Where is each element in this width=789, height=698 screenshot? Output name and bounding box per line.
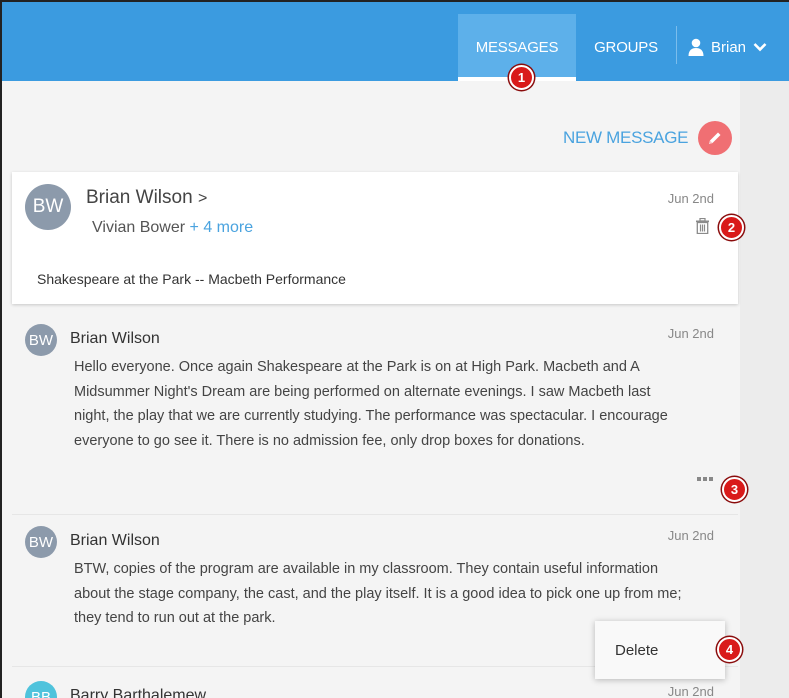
thread-recipients: Vivian Bower + 4 more	[92, 219, 253, 237]
message-date: Jun 2nd	[667, 528, 714, 543]
thread-from-name: Brian Wilson	[86, 187, 193, 208]
thread-from: Brian Wilson >	[86, 187, 207, 209]
callout-badge-1: 1	[509, 65, 534, 90]
callout-badge-3: 3	[722, 477, 747, 502]
nav-divider	[676, 26, 677, 64]
avatar: BW	[25, 324, 57, 356]
chevron-down-icon	[753, 43, 767, 52]
delete-thread-button[interactable]	[695, 217, 710, 239]
avatar: BW	[25, 526, 57, 558]
callout-badge-4: 4	[717, 637, 742, 662]
thread-subject: Shakespeare at the Park -- Macbeth Perfo…	[37, 271, 346, 287]
message-body: Hello everyone. Once again Shakespeare a…	[74, 359, 668, 449]
app-frame: MESSAGES GROUPS Brian 1 NEW MESSAGE BW B…	[0, 0, 789, 698]
dot	[703, 477, 707, 481]
new-message-label: NEW MESSAGE	[563, 128, 689, 147]
pencil-icon	[709, 132, 721, 144]
user-name: Brian	[711, 38, 747, 56]
tab-groups-label: GROUPS	[594, 38, 658, 56]
dot	[709, 477, 713, 481]
message-date: Jun 2nd	[667, 684, 714, 698]
message-options-button[interactable]	[697, 475, 715, 483]
more-recipients-link[interactable]: + 4 more	[190, 219, 254, 236]
message-sender: Brian Wilson	[70, 532, 160, 549]
avatar: BB	[25, 681, 57, 698]
top-nav-bar: MESSAGES GROUPS Brian	[2, 2, 789, 81]
right-gutter	[740, 81, 789, 698]
avatar: BW	[25, 184, 71, 230]
tab-messages-label: MESSAGES	[475, 38, 559, 56]
message-context-menu: Delete	[595, 621, 725, 679]
tab-groups[interactable]: GROUPS	[590, 14, 662, 80]
message-sender: Barry Barthalemew	[70, 687, 207, 698]
new-message-button[interactable]	[698, 121, 733, 155]
user-icon	[688, 38, 704, 56]
message-item: BW Brian Wilson Jun 2nd Hello everyone. …	[12, 315, 738, 515]
new-message-action[interactable]: NEW MESSAGE	[563, 121, 733, 155]
message-sender: Brian Wilson	[70, 330, 160, 347]
callout-badge-2: 2	[719, 215, 744, 240]
menu-item-delete[interactable]: Delete	[615, 642, 658, 659]
message-body: BTW, copies of the program are available…	[74, 561, 682, 626]
thread-date: Jun 2nd	[667, 191, 714, 206]
dot	[697, 477, 701, 481]
message-date: Jun 2nd	[667, 326, 714, 341]
thread-from-arrow: >	[197, 190, 208, 207]
user-menu[interactable]: Brian	[688, 14, 767, 80]
thread-recipient-name: Vivian Bower	[92, 219, 186, 236]
thread-header-card: BW Brian Wilson > Vivian Bower + 4 more …	[12, 172, 738, 304]
trash-icon	[696, 217, 709, 235]
